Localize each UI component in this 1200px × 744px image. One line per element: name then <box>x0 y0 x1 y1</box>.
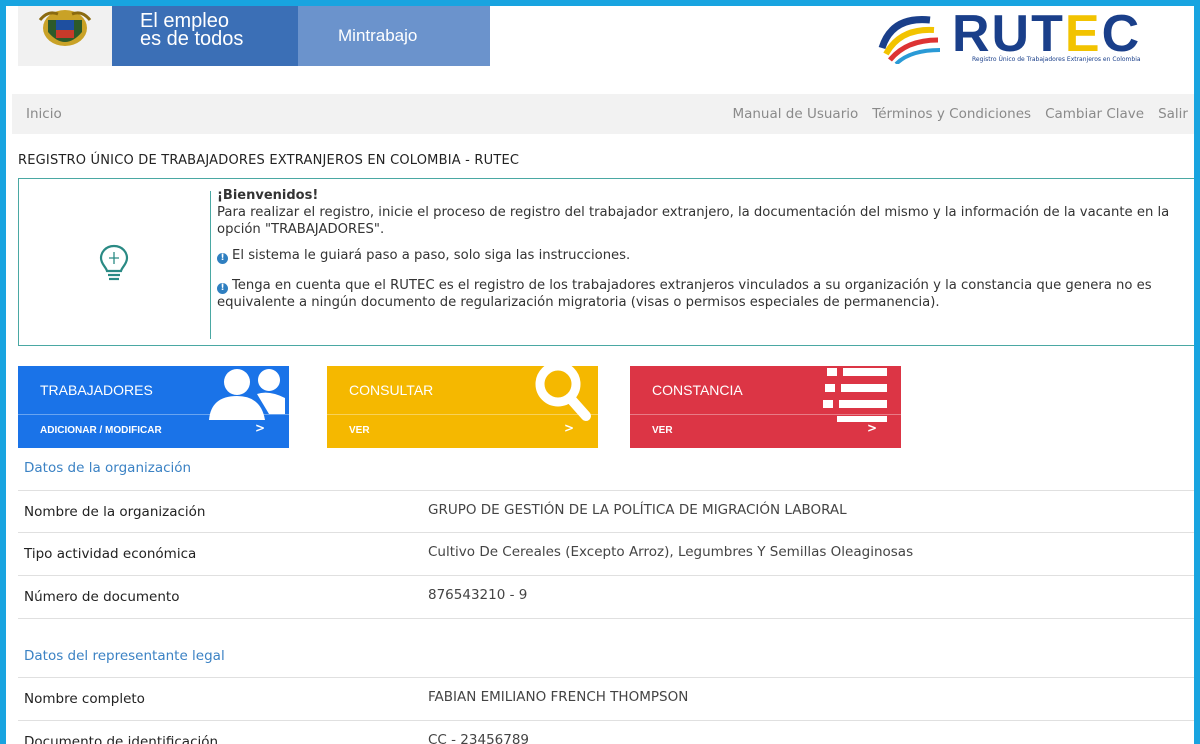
chevron-right-icon: > <box>563 421 574 435</box>
rep-name-value: FABIAN EMILIANO FRENCH THOMPSON <box>428 689 689 705</box>
rep-document-label: Documento de identificación <box>24 734 219 744</box>
rutec-wordmark-c: C <box>1101 5 1142 63</box>
page-title: REGISTRO ÚNICO DE TRABAJADORES EXTRANJER… <box>18 153 520 168</box>
welcome-heading: ¡Bienvenidos! <box>217 188 319 203</box>
rutec-wordmark: RUTEC <box>952 5 1142 64</box>
info-bullet-icon: ! <box>217 283 228 294</box>
welcome-paragraph: Para realizar el registro, inicie el pro… <box>217 205 1170 237</box>
representative-section-heading: Datos del representante legal <box>24 648 225 664</box>
info-note-1: ! El sistema le guiará paso a paso, solo … <box>217 247 1187 264</box>
chevron-right-icon: > <box>254 421 265 435</box>
org-document-value: 876543210 - 9 <box>428 587 528 603</box>
rutec-swirl-icon <box>878 16 941 64</box>
org-activity-value: Cultivo De Cereales (Excepto Arroz), Leg… <box>428 544 914 560</box>
org-row-activity: Tipo actividad económica Cultivo De Cere… <box>18 532 1194 575</box>
rutec-logo: RUTEC Registro Único de Trabajadores Ext… <box>872 6 1192 68</box>
info-content: ¡Bienvenidos! Para realizar el registro,… <box>217 187 1187 311</box>
tile-constancia-footer[interactable]: VER > <box>630 414 901 448</box>
rutec-wordmark-rut: RUT <box>952 5 1065 63</box>
tile-trabajadores-footer[interactable]: ADICIONAR / MODIFICAR > <box>18 414 289 448</box>
info-note-2: ! Tenga en cuenta que el RUTEC es el regi… <box>217 277 1187 311</box>
org-name-label: Nombre de la organización <box>24 504 206 520</box>
tile-trabajadores[interactable]: TRABAJADORES ADICIONAR / MODIFICAR > <box>18 366 289 448</box>
gov-slogan-line2: es de todos <box>140 28 244 50</box>
gov-slogan: El empleo es de todos <box>140 11 244 50</box>
org-activity-label: Tipo actividad económica <box>24 546 197 562</box>
tile-consultar-action: VER <box>349 425 370 436</box>
tile-consultar[interactable]: CONSULTAR VER > <box>327 366 598 448</box>
rep-row-document: Documento de identificación CC - 2345678… <box>18 720 1194 744</box>
lightbulb-icon <box>99 244 129 281</box>
rep-document-value: CC - 23456789 <box>428 732 530 744</box>
nav-change-password-link[interactable]: Cambiar Clave <box>1045 106 1144 122</box>
rutec-wordmark-e: E <box>1064 5 1102 63</box>
org-row-name: Nombre de la organización GRUPO DE GESTI… <box>18 490 1194 533</box>
welcome-info-box: ¡Bienvenidos! Para realizar el registro,… <box>18 178 1194 346</box>
org-rows-bottom-border <box>18 618 1194 620</box>
tile-trabajadores-action: ADICIONAR / MODIFICAR <box>40 425 162 436</box>
rutec-subtitle: Registro Único de Trabajadores Extranjer… <box>972 56 1141 63</box>
tile-constancia-action: VER <box>652 425 673 436</box>
top-navbar: Inicio Manual de Usuario Términos y Cond… <box>12 94 1194 134</box>
organization-section-heading: Datos de la organización <box>24 460 192 476</box>
header: El empleo es de todos Mintrabajo RUTEC R… <box>18 6 1194 70</box>
info-icon-column <box>19 179 209 345</box>
tile-constancia-title: CONSTANCIA <box>652 382 743 398</box>
tile-consultar-footer[interactable]: VER > <box>327 414 598 448</box>
nav-user-manual-link[interactable]: Manual de Usuario <box>732 106 858 122</box>
colombia-coat-of-arms-logo <box>18 6 112 66</box>
info-note-2-text: Tenga en cuenta que el RUTEC es el regis… <box>217 278 1152 310</box>
info-bullet-icon: ! <box>217 253 228 264</box>
tile-trabajadores-title: TRABAJADORES <box>40 382 153 398</box>
org-document-label: Número de documento <box>24 589 180 605</box>
info-divider <box>210 191 211 339</box>
nav-terms-link[interactable]: Términos y Condiciones <box>872 106 1031 122</box>
chevron-right-icon: > <box>866 421 877 435</box>
info-note-1-text: El sistema le guiará paso a paso, solo s… <box>232 248 631 263</box>
org-name-value: GRUPO DE GESTIÓN DE LA POLÍTICA DE MIGRA… <box>428 502 847 518</box>
org-row-document: Número de documento 876543210 - 9 <box>18 575 1194 618</box>
page-frame: El empleo es de todos Mintrabajo RUTEC R… <box>0 0 1200 744</box>
rep-name-label: Nombre completo <box>24 691 145 707</box>
tile-constancia[interactable]: CONSTANCIA VER > <box>630 366 901 448</box>
tile-consultar-title: CONSULTAR <box>349 382 434 398</box>
rep-row-name: Nombre completo FABIAN EMILIANO FRENCH T… <box>18 677 1194 720</box>
ministry-label: Mintrabajo <box>298 6 490 66</box>
nav-logout-link[interactable]: Salir <box>1158 106 1188 122</box>
nav-home-link[interactable]: Inicio <box>26 106 62 122</box>
